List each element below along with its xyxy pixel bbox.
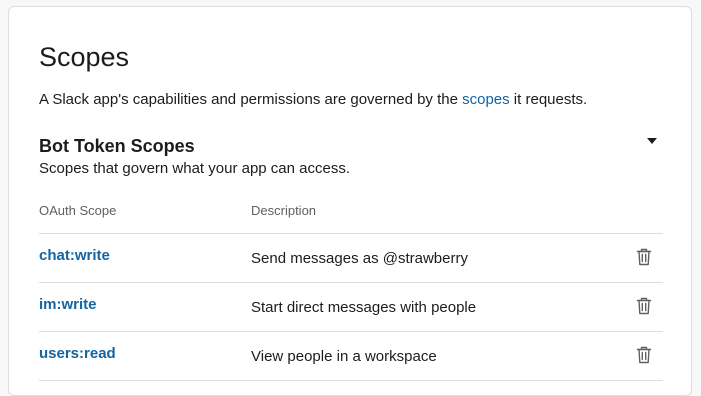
caret-down-icon[interactable] [645,134,659,148]
table-header: OAuth Scope Description [39,200,663,234]
table-row: im:write Start direct messages with peop… [39,283,663,332]
trash-icon[interactable] [636,297,652,315]
scopes-card: Scopes A Slack app's capabilities and pe… [8,6,692,396]
scope-name[interactable]: im:write [39,296,97,314]
scope-name[interactable]: users:read [39,345,116,363]
intro-text-end: it requests. [509,91,588,108]
scope-description: Start direct messages with people [251,299,477,316]
table-row: chat:write Send messages as @strawberry [39,234,663,283]
scope-description: View people in a workspace [251,348,437,365]
intro-text-start: A Slack app's capabilities and permissio… [39,91,463,108]
trash-icon[interactable] [636,346,652,364]
page-title: Scopes [39,42,130,72]
bot-token-scopes-title: Bot Token Scopes [39,136,195,156]
scope-description: Send messages as @strawberry [251,250,468,267]
column-header-oauth-scope: OAuth Scope [39,203,117,218]
scopes-link[interactable]: scopes [462,91,510,108]
table-row: users:read View people in a workspace [39,332,663,381]
scope-name[interactable]: chat:write [39,247,110,265]
column-header-description: Description [251,203,317,218]
trash-icon[interactable] [636,248,652,266]
bot-token-scopes-subtitle: Scopes that govern what your app can acc… [39,160,351,177]
scopes-table: OAuth Scope Description chat:write Send … [39,200,663,381]
scopes-intro: A Slack app's capabilities and permissio… [39,90,587,110]
